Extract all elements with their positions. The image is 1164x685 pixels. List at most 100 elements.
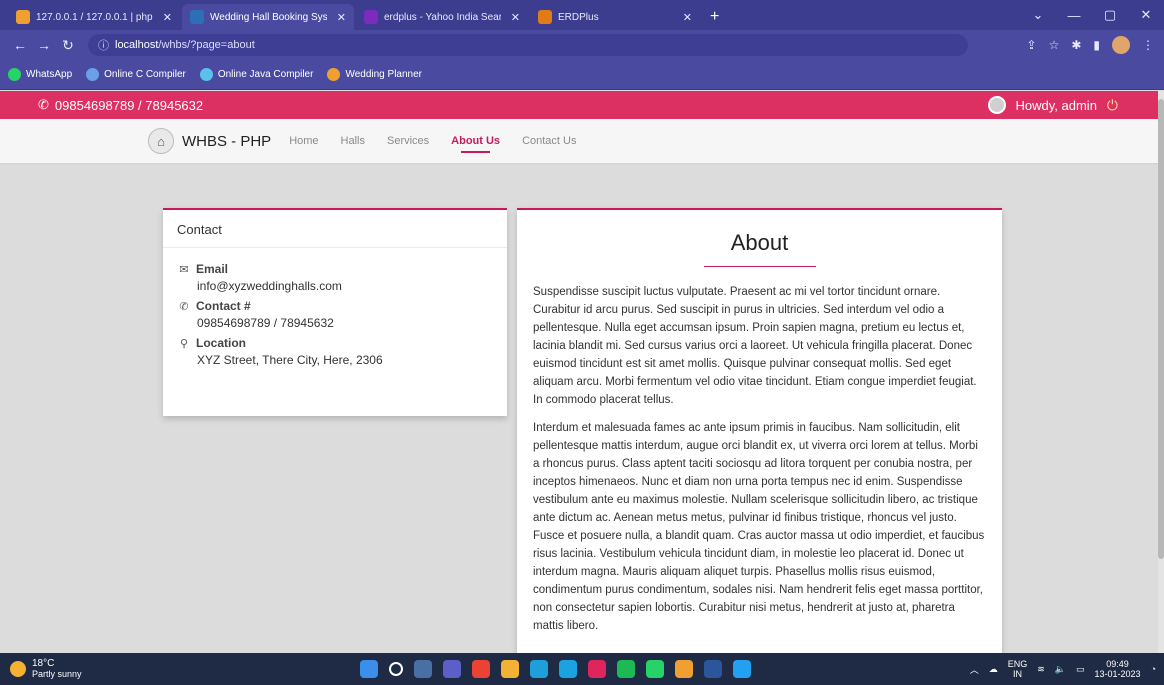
forward-button[interactable]: →: [32, 37, 56, 53]
email-value: info@xyzweddinghalls.com: [197, 279, 342, 293]
nav-link-contact-us[interactable]: Contact Us: [522, 129, 576, 153]
bookmark-item[interactable]: WhatsApp: [8, 68, 72, 81]
extensions-icon[interactable]: ✱: [1071, 38, 1081, 52]
taskbar-app-icon[interactable]: [414, 660, 432, 678]
tab-list: 127.0.0.1 / 127.0.0.1 | phpMyAdm✕Wedding…: [8, 4, 702, 30]
language-code: ENG: [1007, 659, 1028, 669]
nav-link-about-us[interactable]: About Us: [451, 129, 500, 153]
contact-heading: Contact: [163, 210, 507, 248]
clock[interactable]: 09:49 13-01-2023: [1095, 659, 1141, 679]
site-navbar: ⌂ WHBS - PHP Home Halls Services About Us Co…: [0, 119, 1158, 163]
taskbar-app-icon[interactable]: [472, 660, 490, 678]
browser-tab[interactable]: 127.0.0.1 / 127.0.0.1 | phpMyAdm ✕: [8, 4, 180, 30]
browser-tab[interactable]: erdplus - Yahoo India Search Res ✕: [356, 4, 528, 30]
wifi-icon[interactable]: ≋: [1037, 664, 1045, 675]
tab-title: 127.0.0.1 / 127.0.0.1 | phpMyAdm: [36, 11, 153, 23]
about-title: About: [730, 230, 789, 255]
erd-icon: [538, 10, 552, 24]
tab-title: ERDPlus: [558, 11, 599, 23]
weather-widget[interactable]: 18°C Partly sunny: [0, 659, 82, 679]
nav-link-home[interactable]: Home: [289, 129, 318, 153]
location-label: Location: [196, 336, 246, 350]
bookmark-item[interactable]: Online C Compiler: [86, 68, 186, 81]
taskbar-apps: [360, 653, 751, 685]
email-label: Email: [196, 262, 229, 276]
nav-links: Home Halls Services About Us Contact Us: [289, 129, 598, 153]
bookmark-icon: [199, 68, 213, 81]
tab-title: erdplus - Yahoo India Search Res: [384, 11, 501, 23]
battery-icon[interactable]: ▭: [1076, 664, 1085, 675]
notifications-icon[interactable]: ◔: [1151, 664, 1156, 674]
url-input[interactable]: ⓘ localhost/whbs/?page=about: [88, 34, 968, 56]
back-button[interactable]: ←: [8, 37, 32, 53]
bookmark-icon: [8, 68, 21, 81]
about-title-underline: [703, 266, 816, 267]
logout-power-icon[interactable]: ⏻: [1107, 97, 1118, 114]
profile-avatar[interactable]: [1112, 36, 1130, 54]
new-tab-button[interactable]: +: [702, 4, 727, 30]
taskbar-app-icon[interactable]: [646, 660, 664, 678]
site-info-icon[interactable]: ⓘ: [98, 37, 109, 53]
scrollbar-thumb[interactable]: [1158, 99, 1164, 559]
tab-title: Wedding Hall Booking System: [210, 11, 327, 23]
close-tab-icon[interactable]: ✕: [163, 11, 172, 24]
taskbar-app-icon[interactable]: [559, 660, 577, 678]
hall-icon: [190, 10, 204, 24]
brand[interactable]: ⌂ WHBS - PHP: [148, 128, 271, 154]
close-tab-icon[interactable]: ✕: [683, 11, 692, 24]
bookmark-item[interactable]: Wedding Planner: [327, 68, 422, 81]
bookmark-item[interactable]: Online Java Compiler: [199, 68, 314, 81]
site-topbar: ✆ 09854698789 / 78945632 Howdy, admin ⏻: [0, 91, 1164, 119]
brand-name: WHBS - PHP: [182, 132, 272, 150]
window-controls: ⌄ — ▢ ✕: [1020, 0, 1164, 30]
taskbar-app-icon[interactable]: [360, 660, 378, 678]
taskbar-app-icon[interactable]: [501, 660, 519, 678]
taskbar-app-icon[interactable]: [733, 660, 751, 678]
taskbar-app-icon[interactable]: [588, 660, 606, 678]
nav-link-services[interactable]: Services: [387, 129, 429, 153]
share-icon[interactable]: ⇪: [1027, 38, 1037, 52]
bookmark-star-icon[interactable]: ☆: [1049, 38, 1060, 52]
volume-icon[interactable]: 🔈: [1055, 664, 1066, 675]
tray-chevron-icon[interactable]: ︿: [970, 663, 979, 676]
minimize-button[interactable]: —: [1056, 8, 1092, 23]
bookmark-label: Online C Compiler: [104, 69, 186, 80]
phone-label-row: ✆ Contact #: [177, 299, 493, 313]
browser-tab[interactable]: ERDPlus ✕: [530, 4, 700, 30]
taskbar-app-icon[interactable]: [675, 660, 693, 678]
taskbar-app-icon[interactable]: [389, 662, 403, 676]
browser-tab[interactable]: Wedding Hall Booking System ✕: [182, 4, 354, 30]
email-label-row: ✉ Email: [177, 262, 493, 276]
phone-icon: ✆: [38, 97, 49, 112]
envelope-icon: ✉: [179, 263, 189, 276]
nav-link-halls[interactable]: Halls: [341, 129, 365, 153]
language-indicator[interactable]: ENG IN: [1008, 659, 1028, 679]
tab-search-icon[interactable]: ⌄: [1020, 7, 1056, 23]
about-card: About Suspendisse suscipit luctus vulput…: [517, 208, 1002, 653]
url-path: /whbs/?page=about: [158, 39, 255, 51]
restore-button[interactable]: ▢: [1092, 7, 1128, 23]
taskbar-app-icon[interactable]: [530, 660, 548, 678]
contact-card: Contact ✉ Email info@xyzweddinghalls.com…: [163, 208, 507, 416]
reload-button[interactable]: ↻: [56, 37, 80, 54]
taskbar-app-icon[interactable]: [443, 660, 461, 678]
taskbar-app-icon[interactable]: [704, 660, 722, 678]
user-avatar: [987, 96, 1006, 114]
location-value: XYZ Street, There City, Here, 2306: [197, 353, 383, 367]
user-greeting[interactable]: Howdy, admin: [1016, 98, 1097, 113]
bookmark-icon: [86, 68, 100, 81]
bookmark-label: Wedding Planner: [345, 69, 422, 80]
onedrive-cloud-icon[interactable]: ☁: [989, 664, 998, 675]
bookmark-label: Online Java Compiler: [217, 69, 314, 80]
close-window-button[interactable]: ✕: [1128, 7, 1164, 23]
bookmarks-bar: WhatsApp Online C Compiler Online Java Com…: [0, 60, 1164, 90]
close-tab-icon[interactable]: ✕: [337, 11, 346, 24]
map-location-icon: ⚲: [179, 337, 189, 350]
side-panel-icon[interactable]: ▮: [1093, 38, 1100, 52]
page-scrollbar[interactable]: [1158, 91, 1164, 653]
taskbar-app-icon[interactable]: [617, 660, 635, 678]
clock-time: 09:49: [1106, 659, 1129, 669]
browser-menu-icon[interactable]: ⋮: [1142, 38, 1154, 52]
os-taskbar: 18°C Partly sunny ︿ ☁ ENG IN ≋ 🔈 ▭ 09:49…: [0, 653, 1164, 685]
close-tab-icon[interactable]: ✕: [511, 11, 520, 24]
